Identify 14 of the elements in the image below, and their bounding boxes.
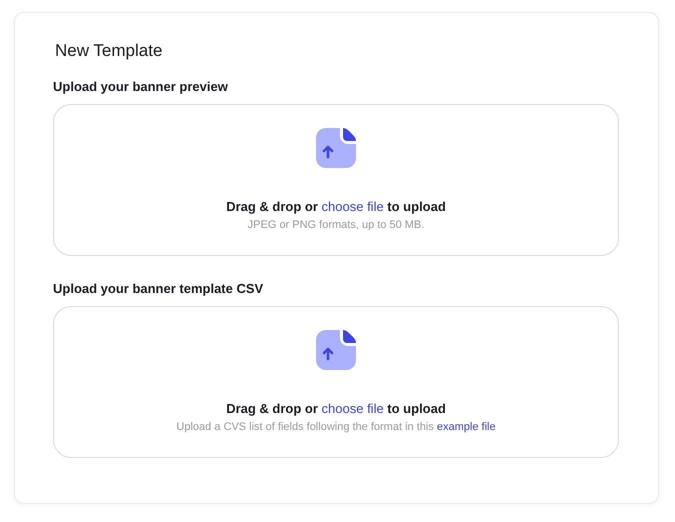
link[interactable]: choose file <box>322 199 384 214</box>
file-upload-icon <box>316 128 356 168</box>
upload-hint: JPEG or PNG formats, up to 50 MB. <box>248 219 424 231</box>
upload-hint: Upload a CVS list of fields following the format in this example file <box>176 421 496 433</box>
file-upload-icon <box>316 330 356 370</box>
drop-zone[interactable]: Drag & drop or choose file to upload JPEG or PNG formats, up to 50 MB. <box>53 104 619 256</box>
link[interactable]: choose file <box>322 401 384 416</box>
drop-zone[interactable]: Drag & drop or choose file to upload Upload a CVS list of fields following the format in this example file <box>53 306 619 458</box>
upload-label: Upload your banner template CSV <box>53 281 264 297</box>
link[interactable]: example file <box>436 421 496 433</box>
upload-label: Upload your banner preview <box>53 79 229 95</box>
upload-prompt: Drag & drop or choose file to upload <box>226 401 446 416</box>
form-title: New Template <box>55 41 164 61</box>
upload-prompt: Drag & drop or choose file to upload <box>226 199 446 214</box>
